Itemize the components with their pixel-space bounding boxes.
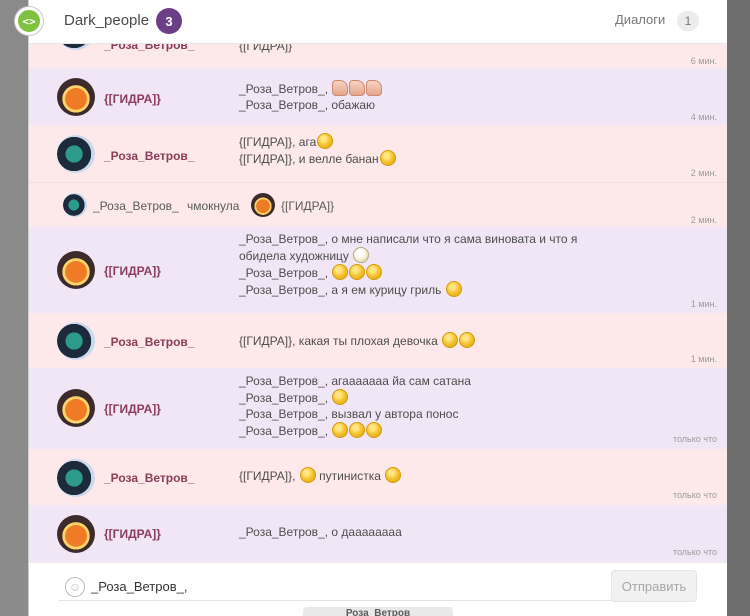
send-button[interactable]: Отправить [611, 570, 697, 602]
message-author[interactable]: _Роза_Ветров_ [104, 335, 194, 349]
message-time: только что [672, 547, 717, 557]
message-time: 2 мин. [690, 215, 717, 225]
message-text: {[ГИДРА]}, ага {[ГИДРА]}, и велле банан [239, 133, 679, 167]
message-row: {[ГИДРА]} _Роза_Ветров_, _Роза_Ветров_, … [29, 68, 727, 125]
wow-emoji-icon [366, 264, 383, 280]
grin-emoji-icon [349, 422, 366, 438]
avatar-hydra[interactable] [57, 251, 95, 289]
message-composer: ☺ Отправить _Роза_Ветров_ [29, 562, 727, 616]
grin-emoji-icon [445, 281, 462, 297]
avatar-roza[interactable] [57, 135, 95, 173]
wow-emoji-icon [442, 332, 459, 348]
wow-emoji-icon [332, 264, 349, 280]
chat-title[interactable]: Dark_people [64, 12, 149, 29]
smile-emoji-icon [317, 133, 334, 149]
avatar-roza[interactable] [57, 459, 95, 497]
message-input[interactable] [59, 573, 619, 601]
message-time: только что [672, 490, 717, 500]
message-row: {[ГИДРА]} _Роза_Ветров_, о мне написали … [29, 227, 727, 313]
message-row: _Роза_Ветров_ {[ГИДРА]}, путинистка толь… [29, 449, 727, 505]
avatar-hydra[interactable] [251, 193, 275, 217]
avatar-hydra[interactable] [57, 389, 95, 427]
wow-emoji-icon [385, 467, 402, 483]
dialogs-link[interactable]: Диалоги [615, 12, 665, 27]
wow-emoji-icon [459, 332, 476, 348]
chat-member-count-badge: 3 [156, 8, 182, 34]
message-list[interactable]: _Роза_Ветров_ {[ГИДРА]} 6 мин. {[ГИДРА]}… [29, 0, 727, 562]
private-chat-tab[interactable]: _Роза_Ветров_ [303, 607, 453, 616]
message-time: 1 мин. [690, 299, 717, 309]
message-time: 1 мин. [690, 354, 717, 364]
message-row: {[ГИДРА]} _Роза_Ветров_, агааааааа йа са… [29, 368, 727, 449]
background-right [726, 0, 750, 616]
dialogs-count-badge: 1 [677, 11, 699, 31]
collapse-toggle-icon[interactable]: <> [15, 7, 43, 35]
background-left [0, 0, 28, 616]
smile-emoji-icon [379, 150, 396, 166]
avatar-hydra[interactable] [57, 515, 95, 553]
action-target[interactable]: {[ГИДРА]} [281, 199, 334, 213]
message-author[interactable]: _Роза_Ветров_ [104, 149, 194, 163]
message-row: {[ГИДРА]} _Роза_Ветров_, о даааааааа тол… [29, 505, 727, 562]
thumbs-up-emoji-icon [332, 80, 349, 96]
sad-emoji-icon [353, 247, 370, 263]
message-author[interactable]: {[ГИДРА]} [104, 264, 161, 278]
message-author[interactable]: {[ГИДРА]} [104, 527, 161, 541]
thumbs-up-emoji-icon [366, 80, 383, 96]
emoji-picker-icon[interactable]: ☺ [65, 577, 85, 597]
avatar-roza[interactable] [57, 322, 95, 360]
avatar-hydra[interactable] [57, 78, 95, 116]
message-row: _Роза_Ветров_ {[ГИДРА]}, ага {[ГИДРА]}, … [29, 125, 727, 182]
chat-window: <> Dark_people 3 Диалоги 1 _Роза_Ветров_… [15, 0, 727, 616]
message-text: {[ГИДРА]}, путинистка [239, 467, 679, 484]
grin-emoji-icon [332, 422, 349, 438]
message-text: _Роза_Ветров_, о даааааааа [239, 525, 402, 539]
chat-header: <> Dark_people 3 Диалоги 1 [15, 0, 727, 44]
message-author[interactable]: {[ГИДРА]} [104, 92, 161, 106]
message-time: 6 мин. [690, 56, 717, 66]
avatar-roza[interactable] [63, 193, 87, 217]
message-text: _Роза_Ветров_, _Роза_Ветров_, обажаю [239, 80, 679, 113]
message-row: _Роза_Ветров_ {[ГИДРА]}, какая ты плохая… [29, 313, 727, 368]
message-text: {[ГИДРА]}, какая ты плохая девочка [239, 332, 679, 349]
grin-emoji-icon [366, 422, 383, 438]
action-verb: чмокнула [187, 199, 240, 213]
action-author[interactable]: _Роза_Ветров_ [93, 199, 179, 213]
message-author[interactable]: {[ГИДРА]} [104, 402, 161, 416]
message-row-action: _Роза_Ветров_ чмокнула {[ГИДРА]} 2 мин. [29, 182, 727, 227]
message-time: 2 мин. [690, 168, 717, 178]
message-text: _Роза_Ветров_, о мне написали что я сама… [239, 232, 578, 297]
message-text: _Роза_Ветров_, агааааааа йа сам сатана _… [239, 374, 471, 438]
message-author[interactable]: _Роза_Ветров_ [104, 471, 194, 485]
message-time: только что [672, 434, 717, 444]
grin-emoji-icon [299, 467, 316, 483]
message-time: 4 мин. [690, 112, 717, 122]
grin-emoji-icon [332, 389, 349, 405]
wow-emoji-icon [349, 264, 366, 280]
thumbs-up-emoji-icon [349, 80, 366, 96]
